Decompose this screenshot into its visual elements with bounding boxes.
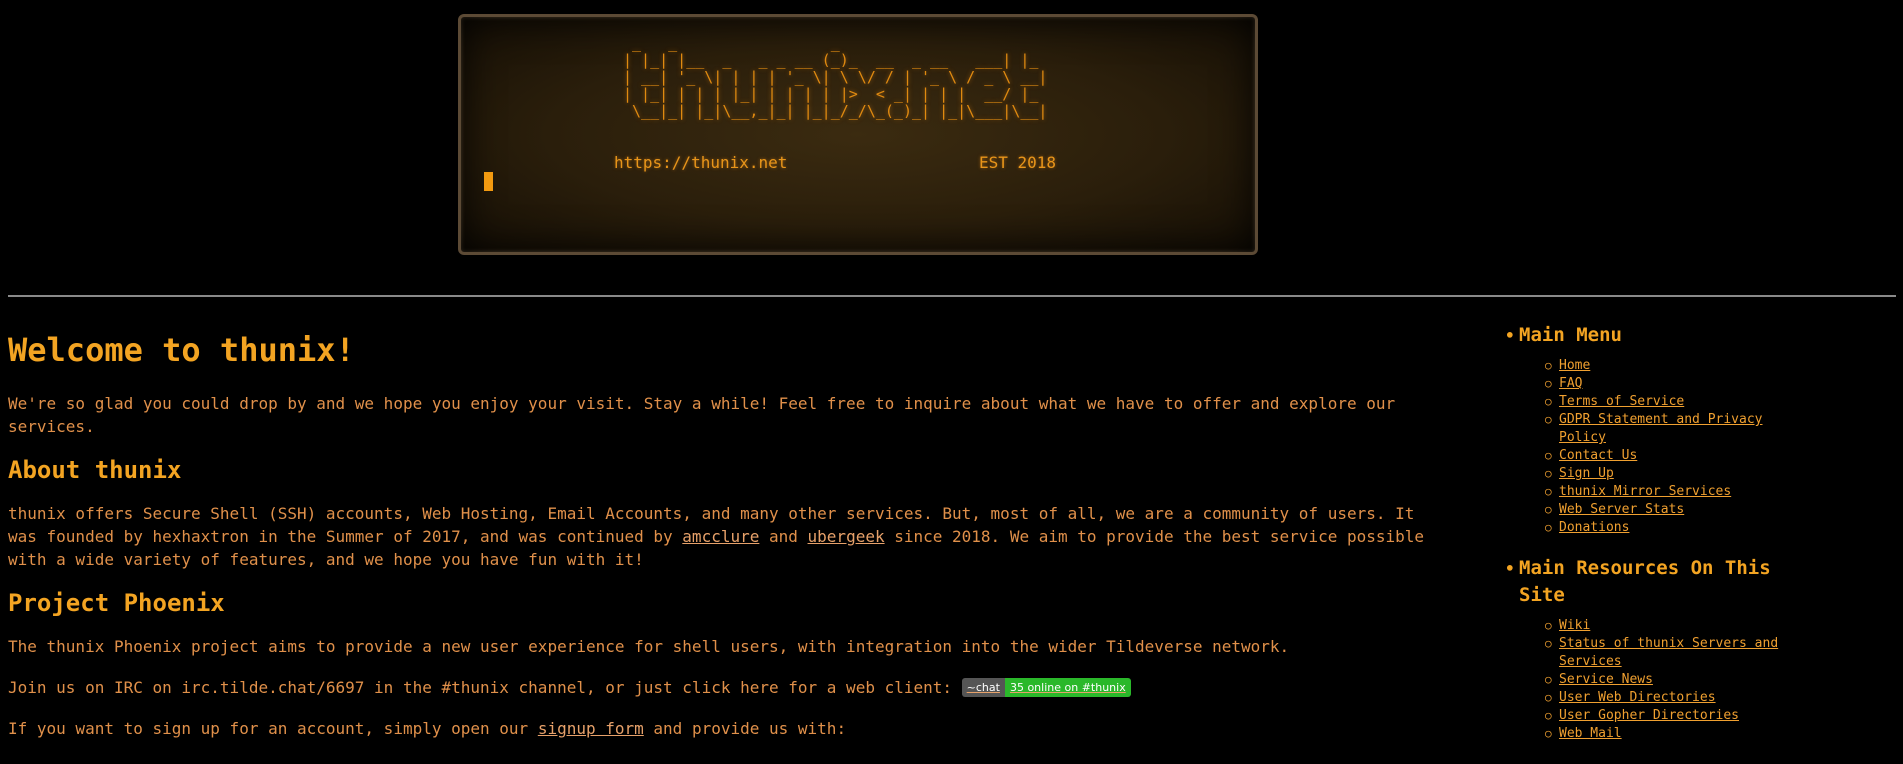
signup-text-1: If you want to sign up for an account, s… [8, 719, 538, 738]
main-menu-section: Main Menu Home FAQ Terms of Service GDPR… [1505, 322, 1805, 537]
resource-item-gopherdirs: User Gopher Directories [1545, 707, 1805, 725]
faq-link[interactable]: FAQ [1559, 376, 1582, 391]
intro-text: We're so glad you could drop by and we h… [8, 394, 1396, 436]
stats-link[interactable]: Web Server Stats [1559, 502, 1684, 517]
signup-form-link[interactable]: signup form [538, 719, 644, 738]
page-title: Welcome to thunix! [8, 331, 355, 369]
status-link[interactable]: Status of thunix Servers and Services [1559, 636, 1778, 669]
banner-image: _ _ _ | |_| |__ _ _ _ __ (_)_ __ _ __ __… [458, 14, 1258, 255]
menu-item-signup: Sign Up [1545, 465, 1805, 483]
wiki-link[interactable]: Wiki [1559, 618, 1590, 633]
ubergeek-link[interactable]: ubergeek [808, 527, 885, 546]
terminal-cursor [484, 172, 493, 191]
horizontal-rule [8, 295, 1896, 297]
mirror-link[interactable]: thunix Mirror Services [1559, 484, 1731, 499]
menu-item-home: Home [1545, 357, 1805, 375]
menu-item-tos: Terms of Service [1545, 393, 1805, 411]
signup-link[interactable]: Sign Up [1559, 466, 1614, 481]
main-menu-title: Main Menu [1505, 322, 1805, 349]
irc-text-label: Join us on IRC on irc.tilde.chat/6697 in… [8, 678, 962, 697]
chat-badge-count: 35 online on #thunix [1004, 678, 1131, 697]
menu-item-stats: Web Server Stats [1545, 501, 1805, 519]
menu-item-faq: FAQ [1545, 375, 1805, 393]
about-heading: About thunix [8, 456, 182, 484]
ascii-logo: _ _ _ | |_| |__ _ _ _ __ (_)_ __ _ __ __… [623, 34, 1048, 120]
signup-text: If you want to sign up for an account, s… [8, 717, 1428, 740]
news-link[interactable]: Service News [1559, 672, 1653, 687]
chat-badge-label: ~chat [961, 678, 1005, 697]
sidebar: Main Menu Home FAQ Terms of Service GDPR… [1505, 322, 1805, 743]
web-dirs-link[interactable]: User Web Directories [1559, 690, 1716, 705]
resource-item-wiki: Wiki [1545, 617, 1805, 635]
resources-list: Wiki Status of thunix Servers and Servic… [1505, 617, 1805, 743]
phoenix-text: The thunix Phoenix project aims to provi… [8, 637, 1290, 656]
resource-item-status: Status of thunix Servers and Services [1545, 635, 1805, 671]
resources-title: Main Resources On This Site [1505, 555, 1805, 609]
about-text: thunix offers Secure Shell (SSH) account… [8, 502, 1428, 571]
resource-item-webdirs: User Web Directories [1545, 689, 1805, 707]
banner-est: EST 2018 [979, 153, 1057, 172]
chat-badge[interactable]: ~chat 35 online on #thunix [961, 678, 1131, 697]
home-link[interactable]: Home [1559, 358, 1590, 373]
resources-section: Main Resources On This Site Wiki Status … [1505, 555, 1805, 743]
amcclure-link[interactable]: amcclure [682, 527, 759, 546]
gdpr-link[interactable]: GDPR Statement and Privacy Policy [1559, 412, 1763, 445]
resource-item-webmail: Web Mail [1545, 725, 1805, 743]
sidebar-sections: Main Menu Home FAQ Terms of Service GDPR… [1505, 322, 1805, 743]
gopher-dirs-link[interactable]: User Gopher Directories [1559, 708, 1739, 723]
tos-link[interactable]: Terms of Service [1559, 394, 1684, 409]
phoenix-heading: Project Phoenix [8, 589, 225, 617]
menu-item-mirrors: thunix Mirror Services [1545, 483, 1805, 501]
terminal-banner: _ _ _ | |_| |__ _ _ _ __ (_)_ __ _ __ __… [458, 14, 1258, 255]
signup-text-2: and provide us with: [643, 719, 847, 738]
menu-item-gdpr: GDPR Statement and Privacy Policy [1545, 411, 1805, 447]
webmail-link[interactable]: Web Mail [1559, 726, 1622, 741]
banner-url: https://thunix.net [614, 153, 788, 172]
donations-link[interactable]: Donations [1559, 520, 1629, 535]
main-menu-list: Home FAQ Terms of Service GDPR Statement… [1505, 357, 1805, 537]
contact-link[interactable]: Contact Us [1559, 448, 1637, 463]
about-text-2: and [759, 527, 808, 546]
irc-text: Join us on IRC on irc.tilde.chat/6697 in… [8, 676, 1428, 699]
menu-item-contact: Contact Us [1545, 447, 1805, 465]
menu-item-donations: Donations [1545, 519, 1805, 537]
resource-item-news: Service News [1545, 671, 1805, 689]
main-content: Welcome to thunix! We're so glad you cou… [8, 320, 1428, 740]
